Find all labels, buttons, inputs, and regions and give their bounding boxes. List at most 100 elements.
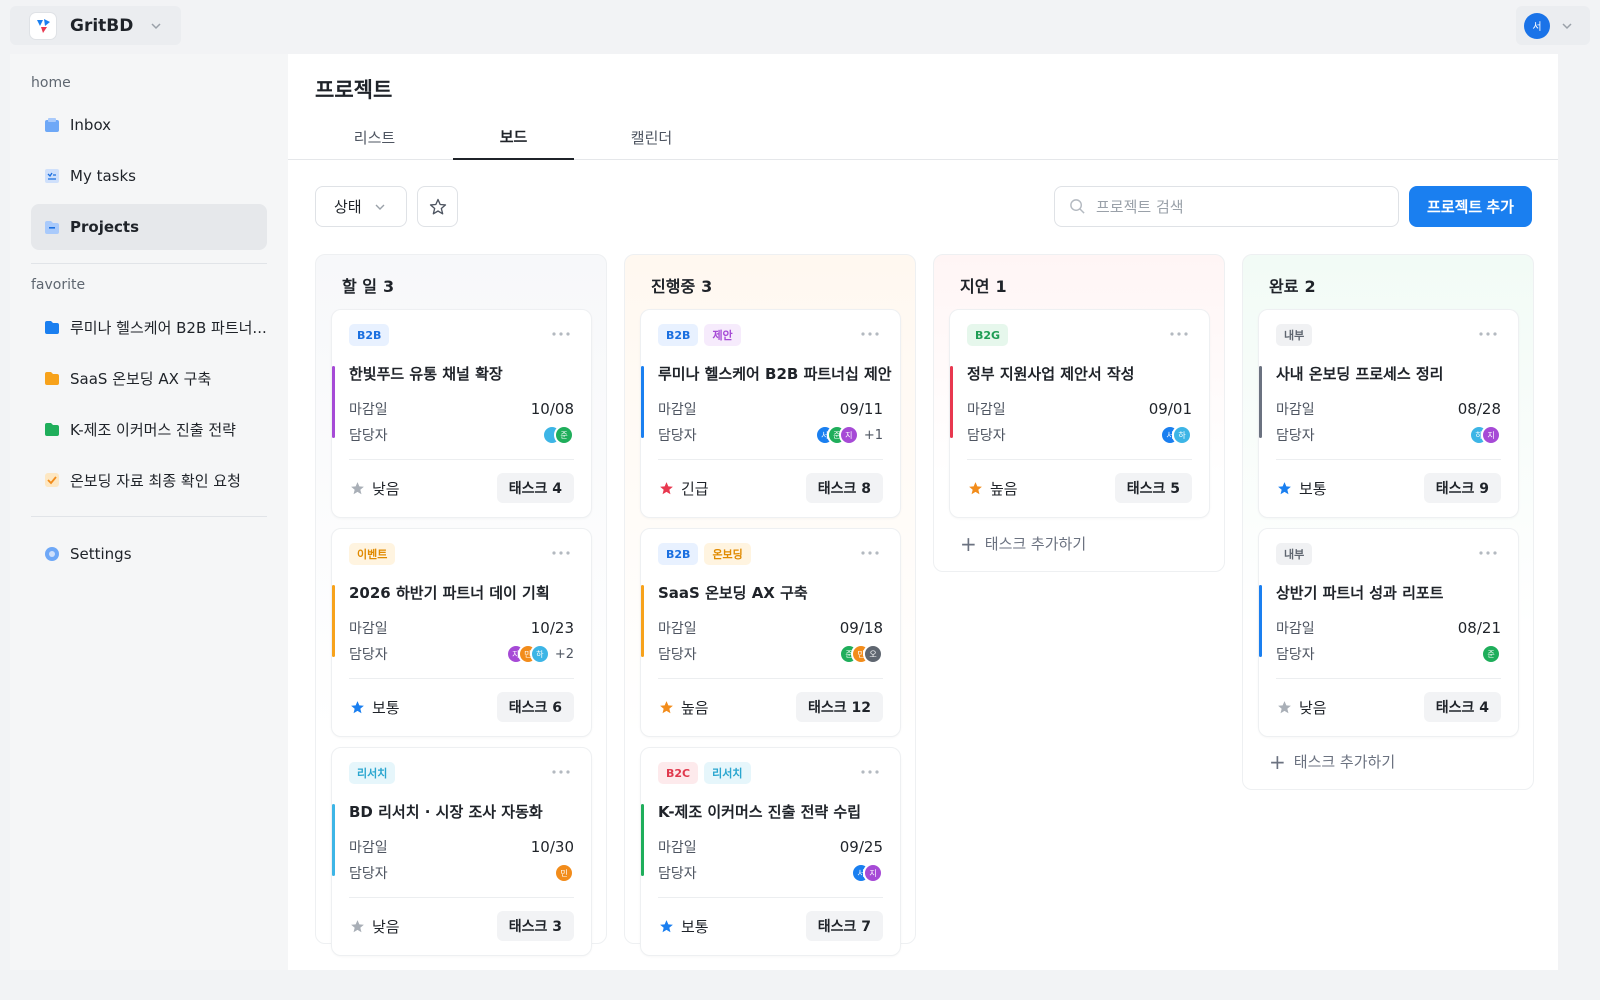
sidebar-item-label: Projects [70, 218, 140, 236]
sidebar-favorite-item[interactable]: 온보딩 자료 최종 확인 요청 [31, 457, 267, 503]
task-count-badge[interactable]: 태스크 8 [805, 473, 883, 503]
due-date-value: 08/21 [1457, 619, 1501, 637]
tag-badge: 제안 [704, 324, 741, 346]
task-count-badge[interactable]: 태스크 5 [1114, 473, 1192, 503]
sidebar-divider [31, 263, 267, 264]
column-title: 진행중 [651, 277, 696, 296]
card-tags: B2B 제안 [658, 324, 741, 346]
due-date-label: 마감일 [967, 402, 1006, 418]
priority-indicator: 낮음 [349, 916, 400, 937]
due-date-row: 마감일 09/11 [658, 399, 883, 419]
assignee-label: 담당자 [658, 428, 697, 444]
project-card[interactable]: B2B 한빛푸드 유통 채널 확장 마감일 10/08 담당자 준 낮음 태스크 4 [331, 309, 592, 518]
status-filter-label: 상태 [334, 198, 362, 216]
priority-indicator: 긴급 [658, 478, 709, 499]
more-options-icon[interactable] [551, 330, 571, 338]
sidebar-item-my-tasks[interactable]: My tasks [31, 153, 267, 199]
workspace-switcher[interactable]: GritBD [10, 6, 181, 45]
assignee-avatars: 준 [542, 425, 574, 445]
folder-icon [43, 218, 61, 236]
project-card[interactable]: B2C 리서치 K-제조 이커머스 진출 전략 수립 마감일 09/25 담당자 서 지 보통 태… [640, 747, 901, 956]
project-card[interactable]: 내부 사내 온보딩 프로세스 정리 마감일 08/28 담당자 하 지 보통 태스크 9 [1258, 309, 1519, 518]
folder-icon [43, 369, 61, 387]
project-card[interactable]: 내부 상반기 파트너 성과 리포트 마감일 08/21 담당자 준 낮음 태스크 4 [1258, 528, 1519, 737]
task-count-badge[interactable]: 태스크 7 [805, 911, 883, 941]
tab-list[interactable]: 리스트 [314, 114, 435, 160]
avatar: 준 [554, 425, 574, 445]
sidebar-favorite-item[interactable]: SaaS 온보딩 AX 구축 [31, 355, 267, 401]
more-options-icon[interactable] [1169, 330, 1189, 338]
due-date-row: 마감일 09/01 [967, 399, 1192, 419]
more-options-icon[interactable] [551, 549, 571, 557]
task-count-badge[interactable]: 태스크 3 [496, 911, 574, 941]
due-date-label: 마감일 [658, 621, 697, 637]
add-task-button[interactable]: + 태스크 추가하기 [960, 533, 1086, 554]
more-options-icon[interactable] [1478, 330, 1498, 338]
card-title: K-제조 이커머스 진출 전략 수립 [658, 803, 862, 821]
card-accent-bar [950, 366, 953, 438]
sidebar-item-projects[interactable]: Projects [31, 204, 267, 250]
project-card[interactable]: B2B 온보딩 SaaS 온보딩 AX 구축 마감일 09/18 담당자 준 민 오 높음 태스크 … [640, 528, 901, 737]
task-count-badge[interactable]: 태스크 9 [1423, 473, 1501, 503]
project-card[interactable]: 리서치 BD 리서치 · 시장 조사 자동화 마감일 10/30 담당자 민 낮음 태스크 3 [331, 747, 592, 956]
card-divider [658, 678, 883, 679]
add-task-button[interactable]: + 태스크 추가하기 [1269, 751, 1395, 772]
priority-label: 보통 [681, 918, 709, 936]
assignee-avatars: 서지 [851, 863, 883, 883]
project-card[interactable]: 이벤트 2026 하반기 파트너 데이 기획 마감일 10/23 담당자 지 민 하 +2 보통 태… [331, 528, 592, 737]
card-accent-bar [641, 366, 644, 438]
more-options-icon[interactable] [860, 330, 880, 338]
due-date-value: 09/11 [839, 400, 883, 418]
tasks-icon [43, 167, 61, 185]
card-divider [349, 897, 574, 898]
project-search-input[interactable] [1096, 197, 1386, 216]
sidebar-divider [31, 516, 267, 517]
tab-calendar[interactable]: 캘린더 [591, 114, 712, 160]
assignee-avatars: 준 [1481, 644, 1501, 664]
column-header: 진행중 3 [651, 273, 712, 297]
add-task-label: 태스크 추가하기 [1293, 753, 1396, 771]
priority-label: 높음 [681, 699, 709, 717]
sidebar-favorite-item[interactable]: K-제조 이커머스 진출 전략 [31, 406, 267, 452]
more-options-icon[interactable] [1478, 549, 1498, 557]
card-tags: 이벤트 [349, 543, 396, 565]
due-date-value: 08/28 [1457, 400, 1501, 418]
task-count-badge[interactable]: 태스크 4 [1423, 692, 1501, 722]
project-card[interactable]: B2B 제안 루미나 헬스케어 B2B 파트너십 제안 마감일 09/11 담당자 서 준 지 +… [640, 309, 901, 518]
sidebar-favorite-item[interactable]: 루미나 헬스케어 B2B 파트너... [31, 304, 267, 350]
more-options-icon[interactable] [551, 768, 571, 776]
sidebar-item-label: Settings [70, 545, 132, 563]
add-project-button[interactable]: 프로젝트 추가 [1409, 186, 1532, 227]
favorite-filter-button[interactable] [417, 186, 458, 227]
priority-indicator: 높음 [967, 478, 1018, 499]
due-date-label: 마감일 [349, 840, 388, 856]
task-count-badge[interactable]: 태스크 6 [496, 692, 574, 722]
sidebar-item-settings[interactable]: Settings [31, 531, 267, 577]
sidebar-item-label: Inbox [70, 116, 112, 134]
tab-board[interactable]: 보드 [453, 114, 574, 160]
more-options-icon[interactable] [860, 768, 880, 776]
assignee-label: 담당자 [1276, 428, 1315, 444]
due-date-value: 10/23 [530, 619, 574, 637]
user-menu-button[interactable]: 서 [1516, 6, 1590, 45]
project-card[interactable]: B2G 정부 지원사업 제안서 작성 마감일 09/01 담당자 서 하 높음 태스크 5 [949, 309, 1210, 518]
assignee-label: 담당자 [1276, 647, 1315, 663]
project-search-box[interactable] [1054, 186, 1399, 227]
assignee-avatars: 민 [554, 863, 574, 883]
priority-indicator: 보통 [349, 697, 400, 718]
priority-label: 낮음 [1299, 699, 1327, 717]
more-options-icon[interactable] [860, 549, 880, 557]
status-filter-dropdown[interactable]: 상태 [315, 186, 407, 227]
due-date-label: 마감일 [1276, 402, 1315, 418]
task-count-badge[interactable]: 태스크 4 [496, 473, 574, 503]
task-count-badge[interactable]: 태스크 12 [796, 692, 883, 722]
folder-icon [43, 420, 61, 438]
checkbox-icon [43, 471, 61, 489]
sidebar-item-inbox[interactable]: Inbox [31, 102, 267, 148]
priority-label: 낮음 [372, 918, 400, 936]
priority-indicator: 보통 [1276, 478, 1327, 499]
card-divider [658, 897, 883, 898]
card-tags: 내부 [1276, 543, 1313, 565]
assignee-row: 담당자 준 [1276, 644, 1501, 664]
due-date-row: 마감일 09/25 [658, 837, 883, 857]
